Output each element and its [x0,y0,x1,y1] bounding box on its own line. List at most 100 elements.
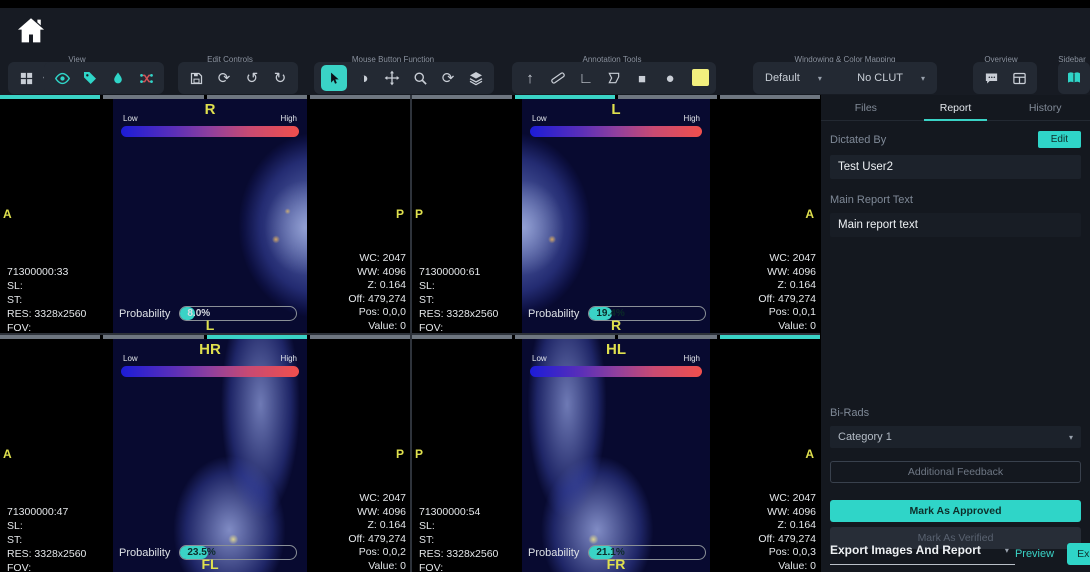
comments-button[interactable] [980,66,1002,90]
zoom-tool-button[interactable] [409,66,431,90]
edit-button[interactable]: Edit [1038,131,1081,148]
meta-line: Pos: 0,0,0 [348,306,406,320]
undo-button[interactable]: ↺ [241,66,263,90]
show-overlays-button[interactable] [51,66,73,90]
meta-line: FOV: [419,561,498,572]
viewport-l-cc[interactable]: L Low High Probability 19.4% R P A 71300… [410,95,820,333]
colorbar-high-label: High [281,354,297,363]
scroll-stack-tool-button[interactable] [465,66,487,90]
sync-icon: ⟳ [218,71,231,86]
stack-segment[interactable] [207,335,307,339]
meta-line: Value: 0 [348,320,406,334]
labels-button[interactable] [79,66,101,90]
colorbar-high-label: High [281,114,297,123]
polygon-icon [607,71,621,85]
meta-line: 71300000:54 [419,505,498,519]
orientation-marker-bottom: R [611,317,621,333]
window-preset-select[interactable]: Default ▾ [765,72,822,84]
stack-segment[interactable] [412,335,512,339]
redo-button[interactable]: ↻ [269,66,291,90]
stack-segment[interactable] [515,335,615,339]
tag-icon [82,70,98,86]
pointer-tool-button[interactable] [321,65,347,91]
probability-label: Probability [119,547,170,559]
stack-segment[interactable] [103,335,203,339]
meta-line: WW: 4096 [758,266,816,280]
orientation-marker-bottom: FL [201,556,218,572]
tab-report[interactable]: Report [911,95,1001,120]
polygon-annotation-button[interactable] [603,66,625,90]
stack-segment[interactable] [310,335,410,339]
main-report-text[interactable]: Main report text [830,213,1081,237]
colorbar-low-label: Low [123,354,138,363]
move-icon [384,70,400,86]
contrast-icon: ◑ [359,71,368,86]
angle-annotation-button[interactable]: ∟ [575,66,597,90]
window-level-tool-button[interactable]: ◑ [353,66,375,90]
study-table-button[interactable] [1008,66,1030,90]
arrow-annotation-button[interactable]: ↑ [519,66,541,90]
viewport-l-mlo[interactable]: HL Low High Probability 21.1% FR P A 713… [410,333,820,572]
stack-segment[interactable] [412,95,512,99]
mammogram-image-area[interactable]: HL Low High Probability 21.1% FR [522,339,710,572]
chat-icon [984,71,999,86]
export-bar: Export Images And Report ▾ Preview Expor… [830,543,1083,565]
ellipse-annotation-button[interactable]: ● [659,66,681,90]
meta-line: ST: [7,533,86,547]
rotate-tool-button[interactable]: ⟳ [437,66,459,90]
orientation-marker-right: A [805,207,814,221]
export-type-value: Export Images And Report [830,543,981,557]
birads-select[interactable]: Category 1 ▾ [830,426,1081,448]
eye-icon [54,70,71,87]
export-type-select[interactable]: Export Images And Report ▾ [830,543,1015,565]
probability-bar: 23.5% [179,545,297,560]
chevron-down-icon: ▾ [1069,433,1073,442]
home-button[interactable] [14,14,50,50]
sidebar-toggle-button[interactable] [1065,66,1083,90]
grid-layout-button[interactable] [15,66,37,90]
preview-button[interactable]: Preview [1015,548,1054,560]
stack-indicator [0,335,410,339]
mammogram-image-area[interactable]: HR Low High Probability 23.5% FL [113,339,307,572]
viewport-r-cc[interactable]: R Low High Probability 8.0% L A P 713000… [0,95,410,333]
meta-line: WW: 4096 [348,506,406,520]
window-preset-value: Default [765,72,800,84]
stack-segment[interactable] [0,95,100,99]
mammogram-image-area[interactable]: R Low High Probability 8.0% L [113,99,307,333]
probability-bar: 19.4% [588,306,706,321]
additional-feedback-button[interactable]: Additional Feedback [830,461,1081,483]
sidebar-toggle-group [1058,62,1090,94]
chevron-down-icon: ▾ [1005,546,1009,555]
reset-button[interactable]: ⟳ [213,66,235,90]
meta-line: ST: [419,533,498,547]
tab-files[interactable]: Files [821,95,911,120]
stack-segment[interactable] [103,95,203,99]
birads-label: Bi-Rads [830,407,1081,419]
stack-segment[interactable] [618,95,718,99]
tab-history[interactable]: History [1000,95,1090,120]
stack-segment[interactable] [207,95,307,99]
stack-segment[interactable] [0,335,100,339]
connections-button[interactable] [135,66,157,90]
stack-segment[interactable] [310,95,410,99]
save-button[interactable] [185,66,207,90]
pan-tool-button[interactable] [381,66,403,90]
rectangle-annotation-button[interactable]: ■ [631,66,653,90]
clut-select[interactable]: No CLUT ▾ [857,72,925,84]
stack-segment[interactable] [515,95,615,99]
mark-as-approved-button[interactable]: Mark As Approved [830,500,1081,522]
colorbar-low-label: Low [532,354,547,363]
viewport-r-mlo[interactable]: HR Low High Probability 23.5% FL A P 713… [0,333,410,572]
ruler-annotation-button[interactable] [547,66,569,90]
annotation-color-swatch[interactable] [692,69,709,86]
orientation-marker-top: L [611,101,620,118]
meta-line: SL: [419,279,498,293]
heatmap-button[interactable] [107,66,129,90]
probability-label: Probability [528,308,579,320]
mammogram-image-area[interactable]: L Low High Probability 19.4% R [522,99,710,333]
view-tools-group [44,62,164,94]
stack-segment[interactable] [720,335,820,339]
stack-segment[interactable] [720,95,820,99]
export-button[interactable]: Export [1067,543,1090,565]
stack-segment[interactable] [618,335,718,339]
